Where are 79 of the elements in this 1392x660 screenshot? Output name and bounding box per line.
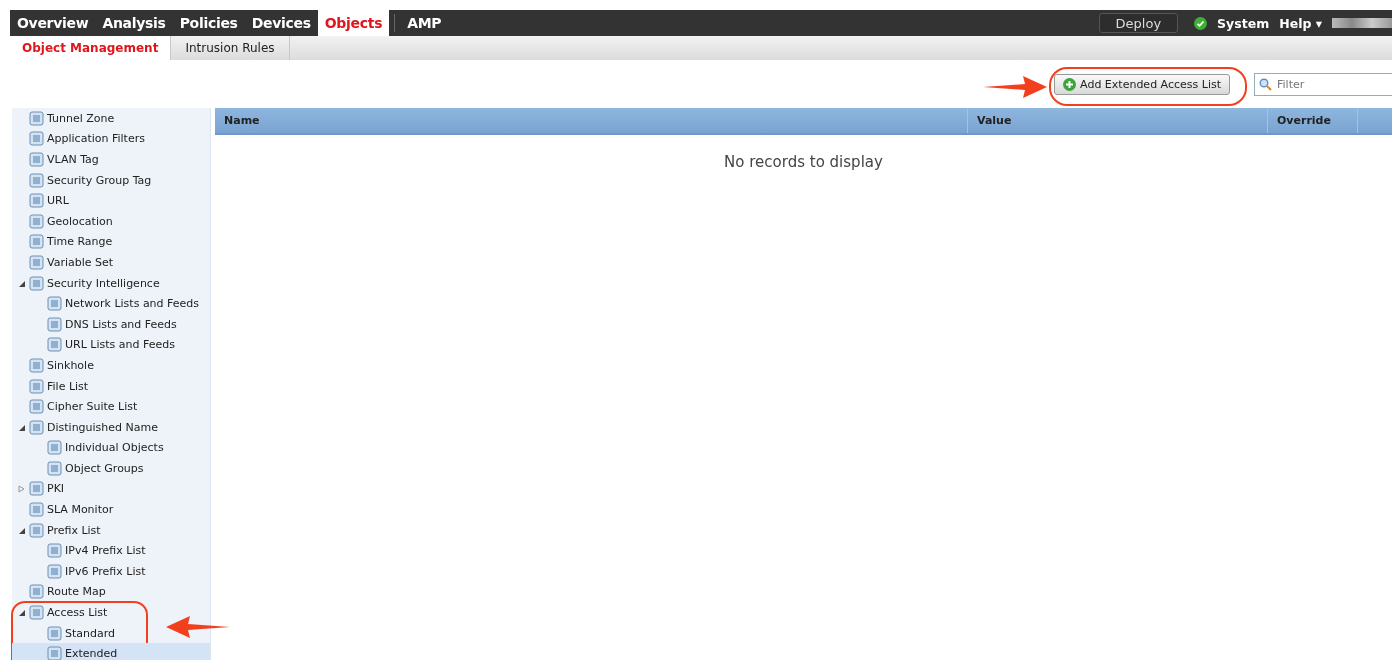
object-icon	[29, 522, 44, 538]
tree-item[interactable]: Security Group Tag	[12, 169, 210, 191]
object-icon	[29, 234, 44, 250]
object-icon	[29, 275, 44, 291]
tree-item[interactable]: Prefix List	[12, 519, 210, 541]
plus-icon	[1063, 77, 1077, 91]
object-icon	[29, 357, 44, 373]
search-icon	[1259, 77, 1272, 91]
object-icon	[29, 419, 44, 435]
object-icon	[29, 378, 44, 394]
tree-item[interactable]: Security Intelligence	[12, 272, 210, 294]
object-icon	[29, 254, 44, 270]
system-menu[interactable]: System	[1217, 15, 1270, 31]
empty-message: No records to display	[723, 153, 884, 171]
tree-item[interactable]: IPv6 Prefix List	[12, 561, 210, 582]
object-icon	[29, 172, 44, 188]
add-button[interactable]: Add Extended Access List	[1054, 73, 1230, 95]
expanded-triangle-icon	[17, 526, 25, 534]
object-icon	[47, 646, 62, 660]
tree-item[interactable]: Variable Set	[12, 252, 210, 273]
object-icon	[47, 460, 62, 476]
object-icon	[47, 337, 62, 353]
tree-item[interactable]: SLA Monitor	[12, 499, 210, 520]
expanded-triangle-icon	[17, 279, 25, 287]
column-header[interactable]: Value	[968, 108, 1268, 133]
help-menu[interactable]: Help ▾	[1279, 15, 1322, 31]
object-icon	[29, 481, 44, 497]
nav-tab[interactable]: Objects	[317, 10, 390, 36]
tree-item[interactable]: Distinguished Name	[12, 416, 210, 438]
tree-item[interactable]: Extended	[12, 643, 210, 660]
tree-item[interactable]: Tunnel Zone	[12, 108, 210, 129]
object-icon	[47, 543, 62, 559]
nav-tab[interactable]: Analysis	[95, 10, 173, 36]
tree-item[interactable]: Geolocation	[12, 210, 210, 232]
object-icon	[29, 131, 44, 147]
object-icon	[29, 152, 44, 167]
column-header[interactable]: Name	[215, 108, 968, 133]
tree-item[interactable]: Time Range	[12, 231, 210, 253]
sub-tab[interactable]: Intrusion Rules	[171, 36, 290, 60]
tree-item[interactable]: Access List	[12, 602, 210, 623]
nav-tab[interactable]: Policies	[172, 10, 245, 36]
nav-tab[interactable]: Overview	[10, 10, 96, 36]
object-icon	[47, 563, 62, 579]
tree-item[interactable]: Route Map	[12, 581, 210, 603]
object-icon	[29, 605, 44, 621]
object-icon	[47, 316, 62, 332]
tree-item[interactable]: Sinkhole	[12, 355, 210, 376]
tree-item[interactable]: DNS Lists and Feeds	[12, 313, 210, 335]
object-icon	[29, 399, 44, 415]
expanded-triangle-icon	[17, 423, 25, 431]
object-icon	[29, 502, 44, 518]
tree-item[interactable]: IPv4 Prefix List	[12, 540, 210, 562]
object-icon	[29, 213, 44, 229]
tree-item[interactable]: PKI	[12, 478, 210, 500]
object-icon	[29, 193, 44, 209]
object-icon	[47, 296, 62, 312]
tree-item[interactable]: URL	[12, 190, 210, 211]
deploy-button[interactable]: Deploy	[1098, 13, 1179, 33]
check-status-icon	[1194, 16, 1208, 30]
object-icon	[29, 584, 44, 600]
tree-item[interactable]: Cipher Suite List	[12, 396, 210, 417]
object-icon	[47, 625, 62, 641]
tree-item[interactable]: Object Groups	[12, 458, 210, 479]
nav-tab[interactable]: Devices	[244, 10, 318, 36]
blurred-username	[1332, 18, 1392, 28]
filter-field[interactable]: Filter	[1254, 72, 1392, 96]
sub-tab[interactable]: Object Management	[10, 36, 172, 60]
object-icon	[47, 440, 62, 456]
tree-item[interactable]: URL Lists and Feeds	[12, 334, 210, 356]
tree-item[interactable]: Application Filters	[12, 128, 210, 150]
tree-item[interactable]: Network Lists and Feeds	[12, 293, 210, 314]
collapsed-triangle-icon	[17, 485, 25, 493]
tree-item[interactable]: Standard	[12, 622, 210, 644]
expanded-triangle-icon	[17, 609, 25, 617]
tree-item[interactable]: Individual Objects	[12, 437, 210, 459]
tree-item[interactable]: File List	[12, 375, 210, 397]
column-header[interactable]: Override	[1268, 108, 1358, 133]
tree-item[interactable]: VLAN Tag	[12, 149, 210, 170]
nav-tab[interactable]: AMP	[400, 10, 449, 36]
